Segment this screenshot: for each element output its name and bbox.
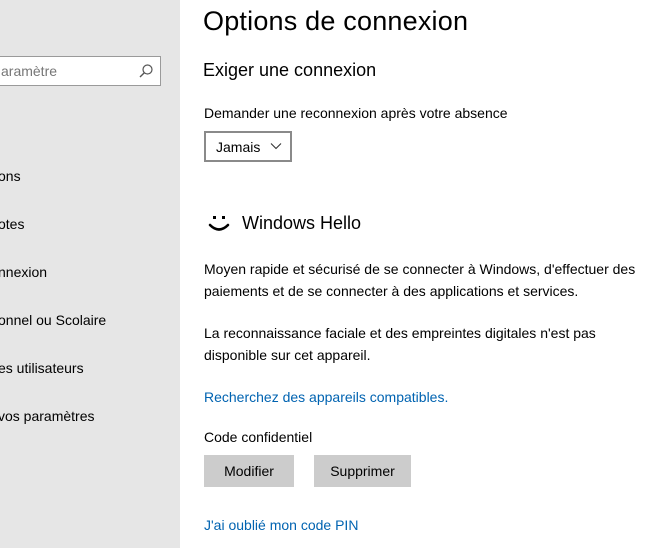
sidebar: aramètre ons otes nnexion onnel ou Scola…	[0, 0, 180, 548]
sidebar-item-signin[interactable]: nnexion	[0, 260, 180, 284]
pin-label: Code confidentiel	[204, 429, 313, 445]
main-content: Options de connexion Exiger une connexio…	[180, 0, 654, 548]
sidebar-item-label: onnel ou Scolaire	[0, 312, 107, 328]
sidebar-item-label: otes	[0, 216, 25, 232]
sidebar-item-work-school[interactable]: onnel ou Scolaire	[0, 308, 180, 332]
sidebar-item-label: es utilisateurs	[0, 360, 84, 376]
hello-unavailable-text: La reconnaissance faciale et des emprein…	[204, 325, 596, 363]
modify-pin-button[interactable]: Modifier	[204, 455, 294, 487]
sidebar-item-accounts[interactable]: otes	[0, 212, 180, 236]
section-title-windows-hello: Windows Hello	[242, 213, 362, 233]
dropdown-value: Jamais	[216, 139, 261, 155]
sidebar-item-label: nnexion	[0, 264, 48, 280]
smile-icon	[208, 216, 230, 231]
compatible-devices-link[interactable]: Recherchez des appareils compatibles.	[204, 389, 448, 405]
reconnect-label: Demander une reconnexion après votre abs…	[204, 105, 508, 121]
search-placeholder: aramètre	[1, 63, 58, 79]
chevron-down-icon	[270, 143, 282, 150]
sidebar-item-label: vos paramètres	[0, 408, 95, 424]
settings-window: aramètre ons otes nnexion onnel ou Scola…	[0, 0, 654, 548]
reconnect-dropdown[interactable]: Jamais	[204, 131, 292, 162]
sidebar-item-label: ons	[0, 168, 21, 184]
delete-pin-button[interactable]: Supprimer	[314, 455, 411, 487]
sidebar-item-options[interactable]: ons	[0, 164, 180, 188]
section-title-require-signin: Exiger une connexion	[203, 60, 377, 80]
sidebar-item-sync[interactable]: vos paramètres	[0, 404, 180, 428]
hello-description: Moyen rapide et sécurisé de se connecter…	[204, 261, 636, 299]
search-input[interactable]: aramètre	[0, 56, 161, 86]
sidebar-item-users[interactable]: es utilisateurs	[0, 356, 180, 380]
search-icon[interactable]	[138, 63, 154, 79]
page-title: Options de connexion	[203, 6, 469, 36]
forgot-pin-link[interactable]: J'ai oublié mon code PIN	[204, 517, 358, 533]
